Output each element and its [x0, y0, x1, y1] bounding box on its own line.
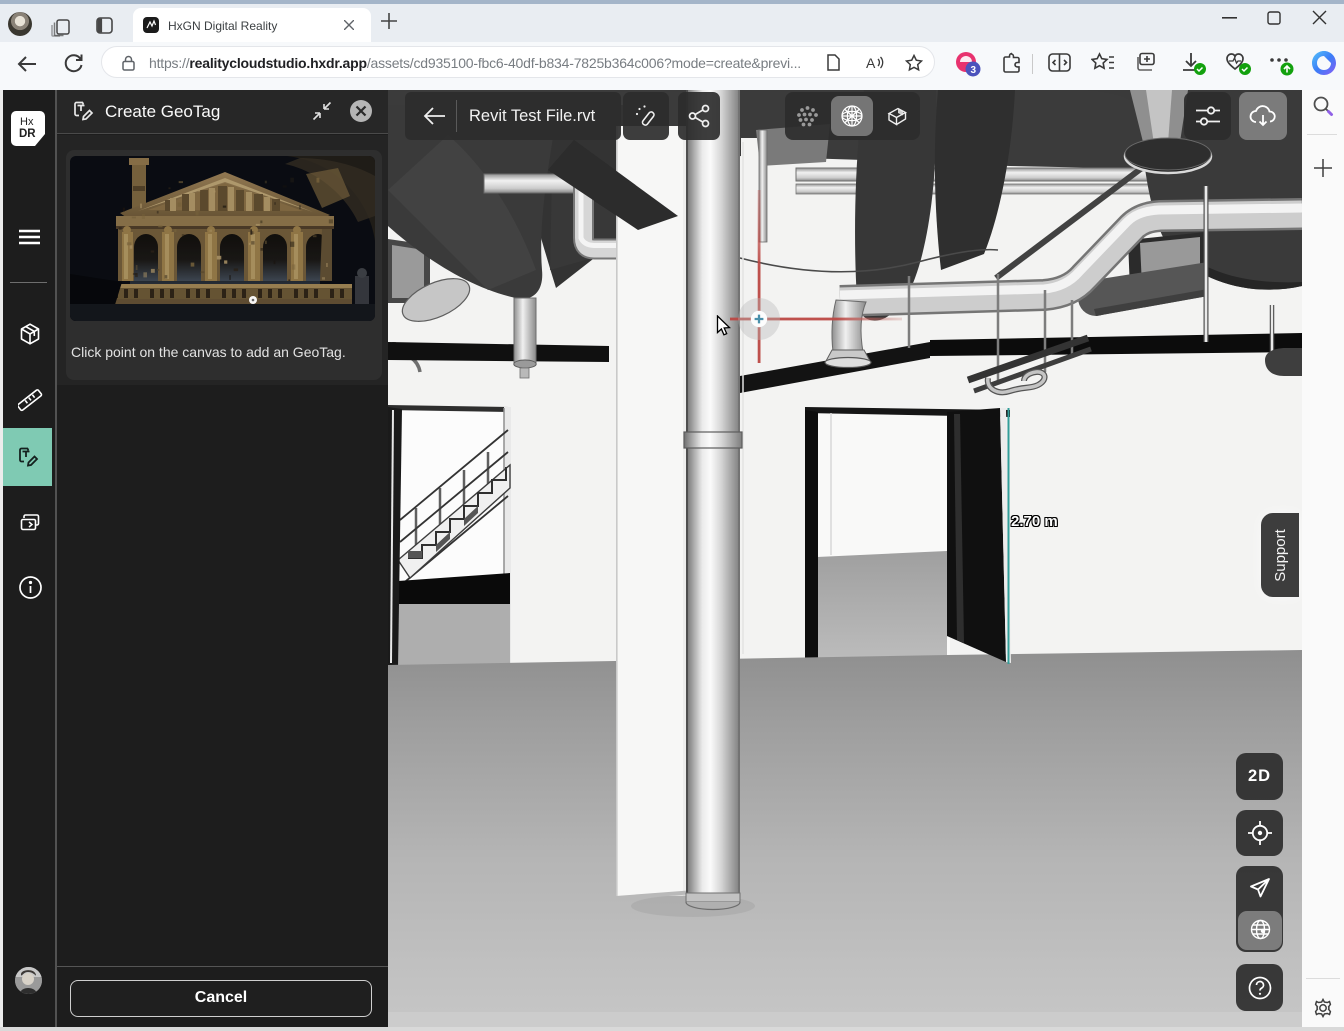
svg-text:A: A — [866, 55, 876, 71]
svg-text:Hx: Hx — [20, 116, 34, 128]
svg-text:3: 3 — [971, 65, 977, 76]
svg-text:DR: DR — [19, 128, 36, 140]
